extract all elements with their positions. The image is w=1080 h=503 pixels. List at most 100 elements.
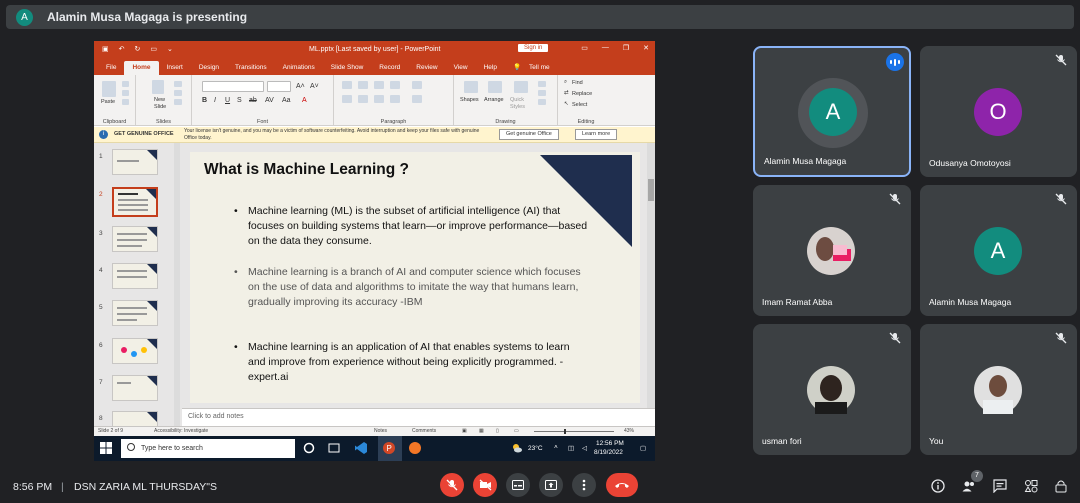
- font-family-select[interactable]: [202, 81, 264, 92]
- bullets-icon[interactable]: [342, 81, 352, 89]
- tab-insert[interactable]: Insert: [159, 61, 191, 75]
- zoom-level[interactable]: 43%: [624, 428, 634, 434]
- activities-icon[interactable]: [1024, 479, 1038, 493]
- tray-chevron-icon[interactable]: ˄: [554, 444, 558, 451]
- font-size-select[interactable]: [267, 81, 291, 92]
- shrink-font-icon[interactable]: A˅: [310, 83, 319, 90]
- tab-transitions[interactable]: Transitions: [227, 61, 275, 75]
- weather-temp[interactable]: 23°C: [528, 445, 543, 452]
- cortana-icon[interactable]: [302, 441, 316, 455]
- tab-view[interactable]: View: [446, 61, 476, 75]
- mic-toggle-button[interactable]: [440, 473, 464, 497]
- format-painter-icon[interactable]: [122, 99, 129, 105]
- current-slide[interactable]: What is Machine Learning ? Machine learn…: [190, 152, 640, 403]
- slide-thumbnail[interactable]: [112, 338, 158, 364]
- tab-help[interactable]: Help: [476, 61, 505, 75]
- sign-in-button[interactable]: Sign in: [518, 44, 549, 52]
- reading-view-icon[interactable]: ▯: [496, 428, 499, 434]
- tab-record[interactable]: Record: [371, 61, 408, 75]
- layout-icon[interactable]: [174, 81, 182, 87]
- chat-icon[interactable]: [993, 479, 1007, 493]
- present-button[interactable]: [539, 473, 563, 497]
- participant-tile[interactable]: A Alamin Musa Magaga: [753, 46, 911, 177]
- cut-icon[interactable]: [122, 81, 129, 87]
- shapes-icon[interactable]: [464, 81, 478, 93]
- slide-sorter-icon[interactable]: ▦: [479, 428, 484, 434]
- smartart-icon[interactable]: [412, 95, 422, 103]
- section-icon[interactable]: [174, 99, 182, 105]
- notes-pane[interactable]: Click to add notes: [182, 408, 655, 426]
- learn-more-button[interactable]: Learn more: [575, 129, 618, 140]
- numbering-icon[interactable]: [358, 81, 368, 89]
- notes-button[interactable]: Notes: [374, 428, 387, 434]
- quick-styles-icon[interactable]: [514, 81, 528, 93]
- host-controls-icon[interactable]: [1054, 479, 1068, 493]
- change-case-icon[interactable]: Aa: [282, 97, 291, 104]
- accessibility-status[interactable]: Accessibility: Investigate: [154, 428, 208, 434]
- replace-button[interactable]: Replace: [572, 91, 592, 97]
- slide-thumbnail[interactable]: [112, 263, 158, 289]
- reset-icon[interactable]: [174, 90, 182, 96]
- thumbnail-scrollbar[interactable]: [174, 143, 180, 426]
- font-color-icon[interactable]: A: [302, 97, 307, 104]
- italic-icon[interactable]: I: [214, 97, 216, 104]
- shape-effects-icon[interactable]: [538, 99, 546, 105]
- replace-icon[interactable]: ⇄: [564, 90, 569, 96]
- zoom-slider[interactable]: [534, 429, 614, 434]
- notification-icon[interactable]: ▢: [640, 444, 646, 452]
- meeting-details-icon[interactable]: [931, 479, 945, 493]
- close-icon[interactable]: ✕: [643, 44, 649, 52]
- windows-start-icon[interactable]: [100, 442, 112, 454]
- minimize-icon[interactable]: —: [602, 44, 609, 52]
- select-button[interactable]: Select: [572, 102, 587, 108]
- tell-me-icon[interactable]: 💡: [505, 60, 529, 75]
- underline-icon[interactable]: U: [225, 97, 230, 104]
- more-options-button[interactable]: [572, 473, 596, 497]
- powerpoint-icon[interactable]: P: [382, 441, 396, 455]
- zoom-slider-thumb[interactable]: [564, 429, 566, 434]
- participant-tile[interactable]: usman fori: [753, 324, 911, 455]
- participant-tile[interactable]: A Alamin Musa Magaga: [920, 185, 1077, 316]
- tab-slide-show[interactable]: Slide Show: [323, 61, 372, 75]
- slide-thumbnail[interactable]: [112, 149, 158, 175]
- tab-tell-me[interactable]: Tell me: [529, 61, 558, 75]
- participant-tile[interactable]: You: [920, 324, 1077, 455]
- clock-time[interactable]: 12:56 PM: [596, 440, 624, 447]
- increase-indent-icon[interactable]: [390, 81, 400, 89]
- tab-review[interactable]: Review: [408, 61, 445, 75]
- tab-home[interactable]: Home: [124, 61, 159, 75]
- slide-thumbnail-selected[interactable]: [112, 187, 158, 217]
- decrease-indent-icon[interactable]: [374, 81, 384, 89]
- tab-design[interactable]: Design: [191, 61, 227, 75]
- shadow-icon[interactable]: S: [237, 97, 242, 104]
- bold-icon[interactable]: B: [202, 97, 207, 104]
- slide-thumbnail[interactable]: [112, 226, 158, 252]
- slide-thumbnail[interactable]: [112, 375, 158, 401]
- vscode-icon[interactable]: [354, 441, 368, 455]
- justify-icon[interactable]: [390, 95, 400, 103]
- jupyter-icon[interactable]: [408, 441, 422, 455]
- slide-thumbnail[interactable]: [112, 300, 158, 326]
- shape-fill-icon[interactable]: [538, 81, 546, 87]
- weather-icon[interactable]: [510, 441, 524, 455]
- network-icon[interactable]: ◫: [568, 444, 574, 452]
- text-direction-icon[interactable]: [412, 81, 422, 89]
- find-button[interactable]: Find: [572, 80, 583, 86]
- shape-outline-icon[interactable]: [538, 90, 546, 96]
- tab-file[interactable]: File: [98, 61, 124, 75]
- arrange-icon[interactable]: [488, 81, 502, 93]
- slideshow-view-icon[interactable]: ▭: [514, 428, 519, 434]
- tab-animations[interactable]: Animations: [275, 61, 323, 75]
- align-center-icon[interactable]: [358, 95, 368, 103]
- comments-button[interactable]: Comments: [412, 428, 436, 434]
- align-left-icon[interactable]: [342, 95, 352, 103]
- spacing-icon[interactable]: AV: [265, 97, 274, 104]
- participant-tile[interactable]: Imam Ramat Abba: [753, 185, 911, 316]
- scrollbar-thumb[interactable]: [648, 179, 654, 201]
- find-icon[interactable]: ⌕: [564, 79, 567, 86]
- slide-scrollbar[interactable]: [647, 143, 655, 426]
- clock-date[interactable]: 8/19/2022: [594, 449, 623, 456]
- grow-font-icon[interactable]: A˄: [296, 83, 305, 90]
- select-icon[interactable]: ↖: [564, 101, 569, 107]
- new-slide-icon[interactable]: [152, 80, 164, 94]
